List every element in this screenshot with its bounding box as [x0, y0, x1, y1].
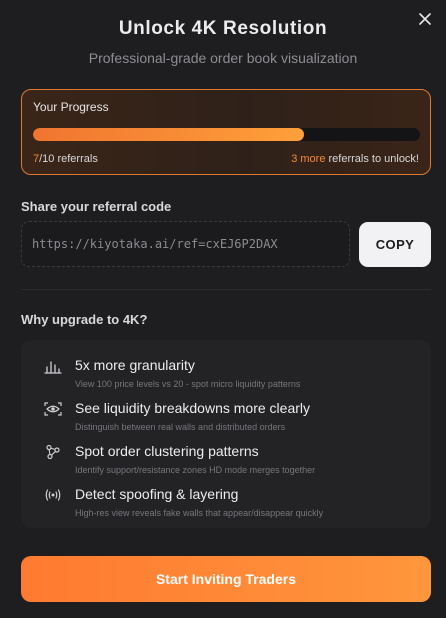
signal-icon: [44, 487, 62, 503]
feature-title: Detect spoofing & layering: [75, 486, 239, 502]
remaining-count: 3 more: [291, 153, 326, 165]
eye-icon: [44, 401, 62, 417]
bar-chart-icon: [44, 358, 62, 374]
progress-label: Your Progress: [33, 100, 109, 114]
remaining-suffix: referrals to unlock!: [325, 153, 420, 165]
progress-card: Your Progress 7/10 referrals 3 more refe…: [21, 89, 431, 175]
feature-item: Detect spoofing & layering High-res view…: [21, 484, 431, 524]
modal-title: Unlock 4K Resolution: [118, 18, 328, 39]
feature-description: High-res view reveals fake walls that ap…: [75, 508, 324, 518]
referral-total: /10 referrals: [39, 153, 98, 165]
share-label: Share your referral code: [21, 199, 172, 214]
feature-description: Distinguish between real walls and distr…: [75, 422, 286, 432]
progress-bar: [33, 128, 420, 141]
upgrade-modal: Unlock 4K Resolution Professional-grade …: [0, 0, 446, 618]
feature-title: Spot order clustering patterns: [75, 443, 259, 459]
why-upgrade-heading: Why upgrade to 4K?: [21, 312, 148, 327]
feature-item: 5x more granularity View 100 price level…: [21, 355, 431, 395]
start-inviting-button[interactable]: Start Inviting Traders: [21, 556, 431, 602]
modal-subtitle: Professional-grade order book visualizat…: [88, 50, 358, 66]
progress-bar-fill: [33, 128, 304, 141]
feature-item: See liquidity breakdowns more clearly Di…: [21, 398, 431, 438]
feature-title: See liquidity breakdowns more clearly: [75, 400, 310, 416]
referral-count: 7/10 referrals: [33, 153, 98, 165]
remaining-text: 3 more referrals to unlock!: [291, 153, 419, 165]
divider: [21, 289, 431, 290]
feature-description: View 100 price levels vs 20 - spot micro…: [75, 379, 301, 389]
network-icon: [44, 444, 62, 460]
feature-item: Spot order clustering patterns Identify …: [21, 441, 431, 481]
referral-link-field[interactable]: https://kiyotaka.ai/ref=cxEJ6P2DAX: [21, 221, 350, 267]
feature-title: 5x more granularity: [75, 357, 195, 373]
feature-description: Identify support/resistance zones HD mod…: [75, 465, 316, 475]
copy-button[interactable]: COPY: [359, 222, 431, 267]
features-list: 5x more granularity View 100 price level…: [21, 340, 431, 528]
